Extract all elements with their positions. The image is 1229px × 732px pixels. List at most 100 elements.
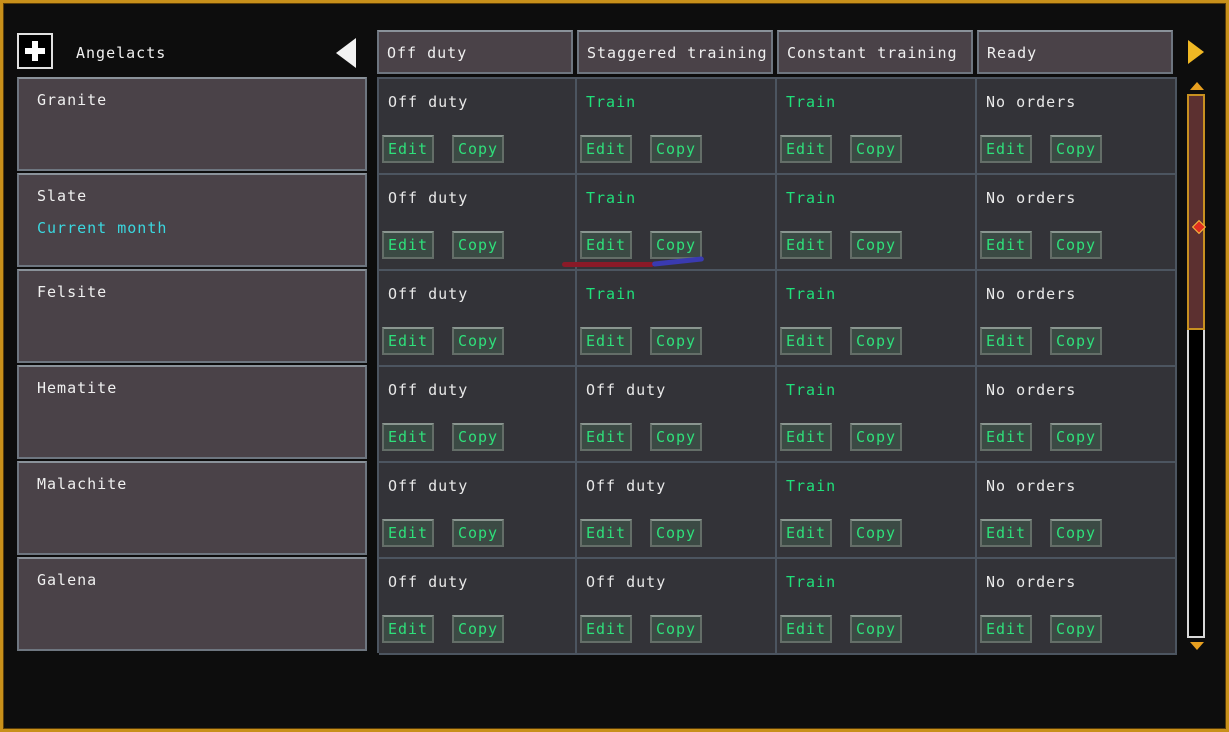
edit-button[interactable]: Edit [780,231,832,259]
edit-button[interactable]: Edit [382,231,434,259]
copy-button[interactable]: Copy [650,615,702,643]
edit-button[interactable]: Edit [980,615,1032,643]
cell-order: Train [586,285,637,303]
schedule-cell: Off duty Edit Copy [577,367,777,463]
cell-order: Off duty [388,285,469,303]
scroll-thumb-diamond-icon [1191,219,1207,235]
cell-order: Train [586,189,637,207]
column-header[interactable]: Constant training [777,30,973,74]
copy-button[interactable]: Copy [850,615,902,643]
edit-button[interactable]: Edit [980,423,1032,451]
edit-button[interactable]: Edit [382,519,434,547]
cell-order: No orders [986,573,1077,591]
schedule-cell: Train Edit Copy [577,271,777,367]
schedule-cell: Off duty Edit Copy [379,559,577,655]
edit-button[interactable]: Edit [580,423,632,451]
add-squad-button[interactable] [17,33,53,69]
copy-button[interactable]: Copy [452,519,504,547]
schedule-cell: Off duty Edit Copy [379,79,577,175]
squad-card[interactable]: Felsite [17,269,367,363]
copy-button[interactable]: Copy [850,519,902,547]
cell-order: Off duty [586,381,667,399]
copy-button[interactable]: Copy [452,231,504,259]
copy-button[interactable]: Copy [452,327,504,355]
squad-name: Malachite [37,475,128,493]
copy-button[interactable]: Copy [850,231,902,259]
copy-button[interactable]: Copy [1050,423,1102,451]
copy-button[interactable]: Copy [1050,135,1102,163]
squad-title: Angelacts [76,44,167,62]
edit-button[interactable]: Edit [580,135,632,163]
schedule-cell: Off duty Edit Copy [577,463,777,559]
edit-button[interactable]: Edit [780,615,832,643]
schedule-cell: Train Edit Copy [777,79,977,175]
scrollbar[interactable] [1186,82,1208,650]
schedule-cell: Train Edit Copy [777,175,977,271]
edit-button[interactable]: Edit [780,327,832,355]
copy-button[interactable]: Copy [452,615,504,643]
schedule-cell: Off duty Edit Copy [379,271,577,367]
copy-button[interactable]: Copy [850,327,902,355]
schedule-cell: No orders Edit Copy [977,559,1177,655]
copy-button[interactable]: Copy [650,135,702,163]
edit-button[interactable]: Edit [780,519,832,547]
squad-card[interactable]: Granite [17,77,367,171]
edit-button[interactable]: Edit [980,327,1032,355]
column-header[interactable]: Staggered training [577,30,773,74]
column-header[interactable]: Ready [977,30,1173,74]
schedule-cell: No orders Edit Copy [977,271,1177,367]
column-header[interactable]: Off duty [377,30,573,74]
scroll-down-icon[interactable] [1190,642,1204,650]
edit-button[interactable]: Edit [580,615,632,643]
edit-button[interactable]: Edit [382,615,434,643]
copy-button[interactable]: Copy [650,327,702,355]
schedule-cell: Train Edit Copy [777,559,977,655]
copy-button[interactable]: Copy [850,135,902,163]
cell-order: No orders [986,477,1077,495]
edit-button[interactable]: Edit [780,135,832,163]
edit-button[interactable]: Edit [980,231,1032,259]
schedule-cell: Train Edit Copy [577,79,777,175]
schedule-cell: No orders Edit Copy [977,367,1177,463]
edit-button[interactable]: Edit [382,135,434,163]
edit-button[interactable]: Edit [980,135,1032,163]
cell-order: Off duty [388,381,469,399]
prev-page-icon[interactable] [336,38,356,68]
cell-order: Train [786,189,837,207]
copy-button[interactable]: Copy [452,135,504,163]
scroll-thumb[interactable] [1187,94,1207,330]
cell-order: Train [786,477,837,495]
edit-button[interactable]: Edit [980,519,1032,547]
squad-card[interactable]: Slate Current month [17,173,367,267]
squad-card[interactable]: Galena [17,557,367,651]
scroll-up-icon[interactable] [1190,82,1204,90]
edit-button[interactable]: Edit [580,327,632,355]
copy-button[interactable]: Copy [1050,327,1102,355]
copy-button[interactable]: Copy [1050,231,1102,259]
copy-button[interactable]: Copy [650,519,702,547]
copy-button[interactable]: Copy [650,423,702,451]
copy-button[interactable]: Copy [1050,519,1102,547]
copy-button[interactable]: Copy [1050,615,1102,643]
edit-button[interactable]: Edit [382,327,434,355]
edit-button[interactable]: Edit [780,423,832,451]
squad-subtitle: Current month [37,219,168,237]
copy-button[interactable]: Copy [850,423,902,451]
copy-button[interactable]: Copy [650,231,702,259]
squad-card[interactable]: Malachite [17,461,367,555]
drag-trail-red [562,262,654,267]
squad-card[interactable]: Hematite [17,365,367,459]
next-page-icon[interactable] [1188,40,1204,64]
cell-order: No orders [986,93,1077,111]
schedule-cell: No orders Edit Copy [977,79,1177,175]
schedule-cell: Off duty Edit Copy [379,175,577,271]
schedule-cell: Off duty Edit Copy [577,559,777,655]
schedule-cell: No orders Edit Copy [977,175,1177,271]
cell-order: Off duty [388,189,469,207]
edit-button[interactable]: Edit [382,423,434,451]
edit-button[interactable]: Edit [580,231,632,259]
copy-button[interactable]: Copy [452,423,504,451]
schedule-cell: Off duty Edit Copy [379,463,577,559]
cell-order: Train [786,285,837,303]
edit-button[interactable]: Edit [580,519,632,547]
